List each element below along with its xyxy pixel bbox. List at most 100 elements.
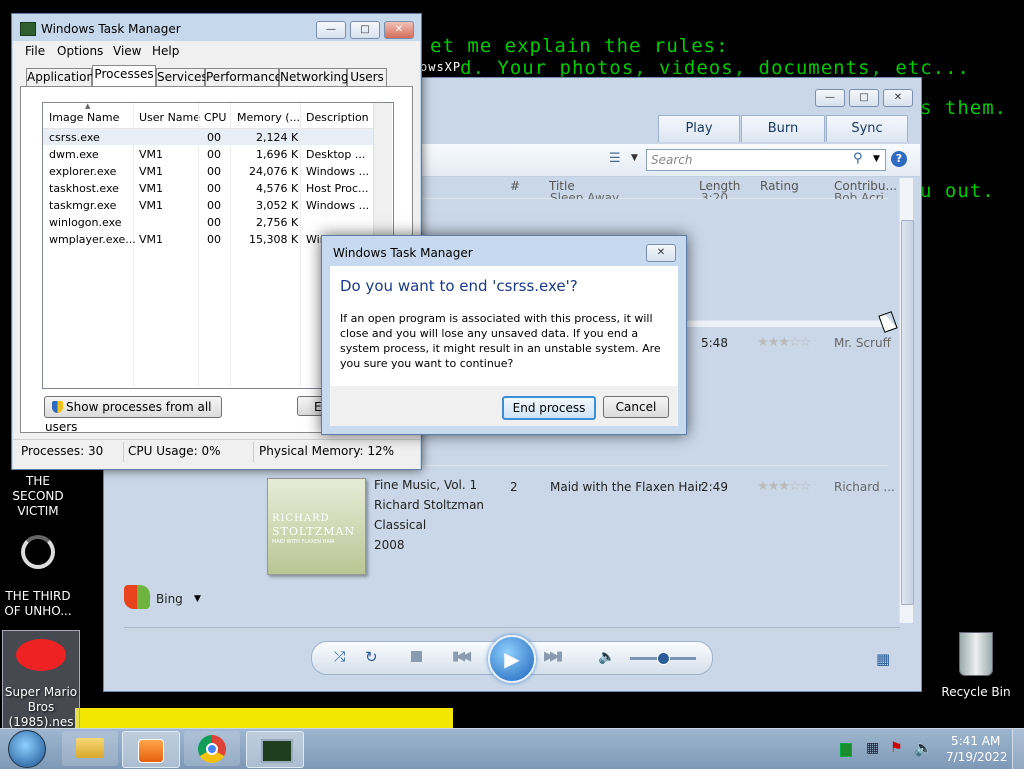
- column-image-name[interactable]: Image Name: [49, 111, 119, 124]
- desktop-text-line: d. Your photos, videos, documents, etc..…: [460, 57, 970, 79]
- stop-icon[interactable]: [411, 651, 422, 662]
- process-name[interactable]: taskhost.exe: [49, 182, 119, 195]
- rating-stars[interactable]: ★★★☆☆: [757, 335, 811, 350]
- dialog-question: Do you want to end 'csrss.exe'?: [340, 277, 578, 295]
- clock-time[interactable]: 5:41 AM: [951, 734, 1000, 748]
- rating-stars[interactable]: ★★★☆☆: [757, 479, 811, 494]
- next-icon[interactable]: ▶▶▮: [544, 649, 563, 664]
- process-user: VM1: [139, 199, 164, 212]
- window-title: Windows Task Manager: [41, 22, 181, 36]
- column-rating[interactable]: Rating: [760, 179, 799, 193]
- album-cover-text: STOLTZMAN: [272, 525, 356, 538]
- help-icon[interactable]: ?: [891, 151, 907, 167]
- search-dropdown-icon[interactable]: ▼: [873, 154, 880, 164]
- process-description: Desktop ...: [306, 148, 366, 161]
- desktop-text-line: s them.: [920, 97, 1008, 119]
- menu-options[interactable]: Options: [57, 44, 103, 58]
- start-button[interactable]: [8, 730, 46, 768]
- search-icon[interactable]: ⚲: [853, 151, 863, 166]
- tab-networking[interactable]: Networking: [279, 68, 349, 86]
- desktop-icon-super-mario[interactable]: Super Mario Bros (1985).nes: [2, 630, 80, 730]
- taskbar-explorer[interactable]: [62, 731, 118, 766]
- process-name[interactable]: wmplayer.exe...: [49, 233, 136, 246]
- track-title[interactable]: Maid with the Flaxen Hair: [550, 480, 703, 494]
- tab-users[interactable]: Users: [347, 68, 387, 86]
- album-cover[interactable]: RICHARD STOLTZMAN MAID WITH FLAXEN HAIR: [267, 478, 366, 575]
- play-icon[interactable]: ▶: [488, 635, 536, 683]
- column-cpu[interactable]: CPU: [204, 111, 226, 124]
- tab-play[interactable]: Play: [658, 115, 740, 142]
- tray-volume-icon[interactable]: 🔈: [914, 739, 933, 757]
- bing-label[interactable]: Bing: [156, 592, 183, 606]
- tray-green-icon[interactable]: [840, 743, 852, 757]
- taskbar-media-player[interactable]: [122, 731, 180, 768]
- process-memory: 15,308 K: [249, 233, 299, 246]
- process-name[interactable]: csrss.exe: [49, 131, 100, 144]
- volume-slider-thumb[interactable]: [657, 652, 670, 665]
- process-cpu: 00: [207, 131, 221, 144]
- repeat-icon[interactable]: ↻: [365, 648, 378, 666]
- dialog-title: Windows Task Manager: [333, 246, 473, 260]
- volume-icon[interactable]: 🔈: [598, 649, 615, 665]
- process-name[interactable]: winlogon.exe: [49, 216, 122, 229]
- menu-help[interactable]: Help: [152, 44, 179, 58]
- bing-dropdown-icon[interactable]: ▼: [194, 594, 201, 604]
- clock-date[interactable]: 7/19/2022: [946, 750, 1008, 764]
- seek-bar[interactable]: [124, 627, 900, 631]
- album-genre[interactable]: Classical: [374, 518, 426, 532]
- show-all-users-button[interactable]: Show processes from all users: [44, 396, 222, 434]
- menu-view[interactable]: View: [113, 44, 141, 58]
- column-number[interactable]: #: [510, 179, 520, 193]
- icon-label: Super Mario Bros (1985).nes: [4, 685, 78, 729]
- status-cpu: CPU Usage: 0%: [128, 444, 221, 458]
- column-user-name[interactable]: User Name: [139, 111, 200, 124]
- desktop-icon-recycle-bin[interactable]: Recycle Bin: [938, 632, 1014, 700]
- process-memory: 2,124 K: [256, 131, 299, 144]
- view-options-icon[interactable]: ☰: [609, 151, 621, 166]
- switch-to-now-playing-icon[interactable]: ▦: [876, 650, 890, 668]
- view-options-chevron-icon[interactable]: ▼: [631, 153, 638, 163]
- shuffle-icon[interactable]: ⤮: [334, 649, 345, 665]
- status-processes: Processes: 30: [21, 444, 104, 458]
- track-title[interactable]: Sleep Away: [550, 191, 619, 199]
- process-cpu: 00: [207, 148, 221, 161]
- cancel-button[interactable]: Cancel: [603, 396, 669, 418]
- tray-network-icon[interactable]: ▦: [866, 740, 879, 756]
- column-divider: [300, 103, 301, 386]
- search-input[interactable]: Search ⚲ ▼: [646, 149, 886, 171]
- taskbar-task-manager[interactable]: [246, 731, 304, 768]
- maximize-button[interactable]: □: [350, 21, 380, 39]
- dialog-message: If an open program is associated with th…: [340, 312, 661, 370]
- tray-action-center-icon[interactable]: ⚑: [890, 740, 903, 756]
- tab-processes[interactable]: Processes: [92, 65, 156, 87]
- menu-file[interactable]: File: [25, 44, 45, 58]
- taskbar-chrome[interactable]: [184, 731, 240, 766]
- desktop-icon-third-of-unho[interactable]: THE THIRD OF UNHO...: [0, 535, 76, 619]
- tab-applications[interactable]: Applications: [26, 68, 100, 86]
- minimize-button[interactable]: —: [815, 89, 845, 107]
- tab-performance[interactable]: Performance: [205, 68, 282, 86]
- process-name[interactable]: taskmgr.exe: [49, 199, 116, 212]
- close-button[interactable]: ✕: [883, 89, 913, 107]
- minimize-button[interactable]: —: [316, 21, 346, 39]
- process-name[interactable]: dwm.exe: [49, 148, 99, 161]
- close-button[interactable]: ✕: [384, 21, 414, 39]
- album-artist[interactable]: Richard Stoltzman: [374, 498, 484, 512]
- column-divider: [230, 103, 231, 386]
- tab-services[interactable]: Services: [156, 68, 208, 86]
- album-year[interactable]: 2008: [374, 538, 405, 552]
- process-name[interactable]: explorer.exe: [49, 165, 116, 178]
- end-process-confirm-button[interactable]: End process: [502, 396, 596, 420]
- desktop-text-line: owsXP: [420, 60, 462, 74]
- scrollbar-thumb[interactable]: [901, 220, 914, 605]
- show-desktop-button[interactable]: [1012, 729, 1024, 769]
- previous-icon[interactable]: ▮◀◀: [452, 649, 471, 664]
- dialog-close-button[interactable]: ✕: [646, 244, 676, 262]
- album-title[interactable]: Fine Music, Vol. 1: [374, 478, 477, 492]
- column-description[interactable]: Description: [306, 111, 369, 124]
- tab-burn[interactable]: Burn: [741, 115, 825, 142]
- column-memory[interactable]: Memory (...: [237, 111, 300, 124]
- tab-sync[interactable]: Sync: [826, 115, 908, 142]
- vertical-scrollbar[interactable]: [899, 178, 914, 623]
- maximize-button[interactable]: □: [849, 89, 879, 107]
